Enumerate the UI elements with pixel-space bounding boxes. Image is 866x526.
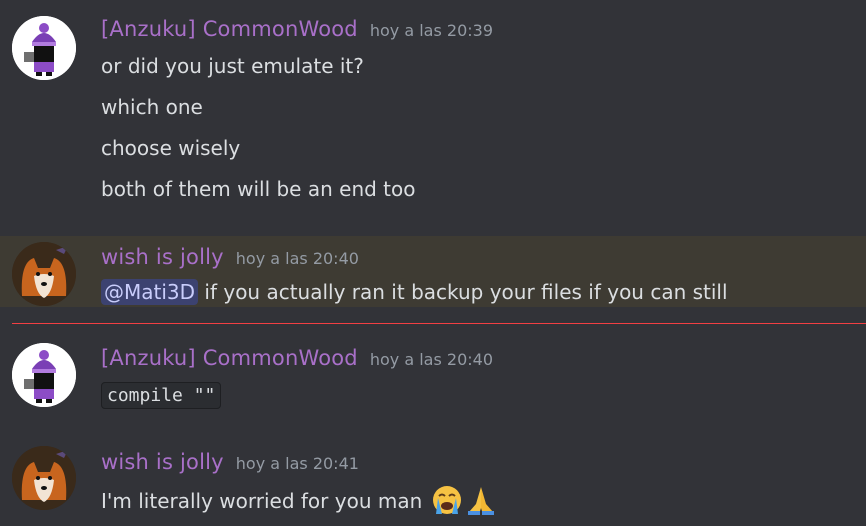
message-text: both of them will be an end too bbox=[101, 177, 416, 201]
message-text: choose wisely bbox=[101, 136, 241, 160]
message-body: I'm literally worried for you man bbox=[101, 489, 423, 513]
hooded-character-avatar-icon bbox=[12, 343, 76, 407]
fox-avatar-icon bbox=[12, 446, 76, 510]
user-mention[interactable]: @Mati3D bbox=[101, 279, 199, 305]
user-avatar[interactable] bbox=[12, 16, 76, 80]
message-text: compile "" bbox=[101, 382, 222, 409]
message-body: if you actually ran it backup your files… bbox=[198, 280, 728, 304]
user-avatar[interactable] bbox=[12, 343, 76, 407]
fox-avatar-icon bbox=[12, 242, 76, 306]
author-name[interactable]: wish is jolly bbox=[101, 245, 224, 269]
timestamp[interactable]: hoy a las 20:41 bbox=[236, 454, 359, 473]
timestamp[interactable]: hoy a las 20:40 bbox=[236, 249, 359, 268]
crying-face-emoji-icon[interactable] bbox=[431, 484, 463, 521]
author-name[interactable]: [Anzuku] CommonWood bbox=[101, 17, 358, 41]
user-avatar[interactable] bbox=[12, 242, 76, 306]
new-messages-divider bbox=[12, 323, 866, 324]
hooded-character-avatar-icon bbox=[12, 16, 76, 80]
message-text: @Mati3D if you actually ran it backup yo… bbox=[101, 279, 728, 305]
message-header: [Anzuku] CommonWood hoy a las 20:40 bbox=[101, 346, 493, 370]
author-name[interactable]: [Anzuku] CommonWood bbox=[101, 346, 358, 370]
timestamp[interactable]: hoy a las 20:39 bbox=[370, 21, 493, 40]
message-header: [Anzuku] CommonWood hoy a las 20:39 bbox=[101, 17, 493, 41]
timestamp[interactable]: hoy a las 20:40 bbox=[370, 350, 493, 369]
user-avatar[interactable] bbox=[12, 446, 76, 510]
message-text: or did you just emulate it? bbox=[101, 54, 364, 78]
inline-code: compile "" bbox=[101, 382, 222, 409]
message-header: wish is jolly hoy a las 20:40 bbox=[101, 245, 359, 269]
author-name[interactable]: wish is jolly bbox=[101, 450, 224, 474]
message-header: wish is jolly hoy a las 20:41 bbox=[101, 450, 359, 474]
folded-hands-emoji-icon[interactable] bbox=[465, 484, 497, 521]
message-text: which one bbox=[101, 95, 203, 119]
message-text: I'm literally worried for you man bbox=[101, 484, 497, 521]
